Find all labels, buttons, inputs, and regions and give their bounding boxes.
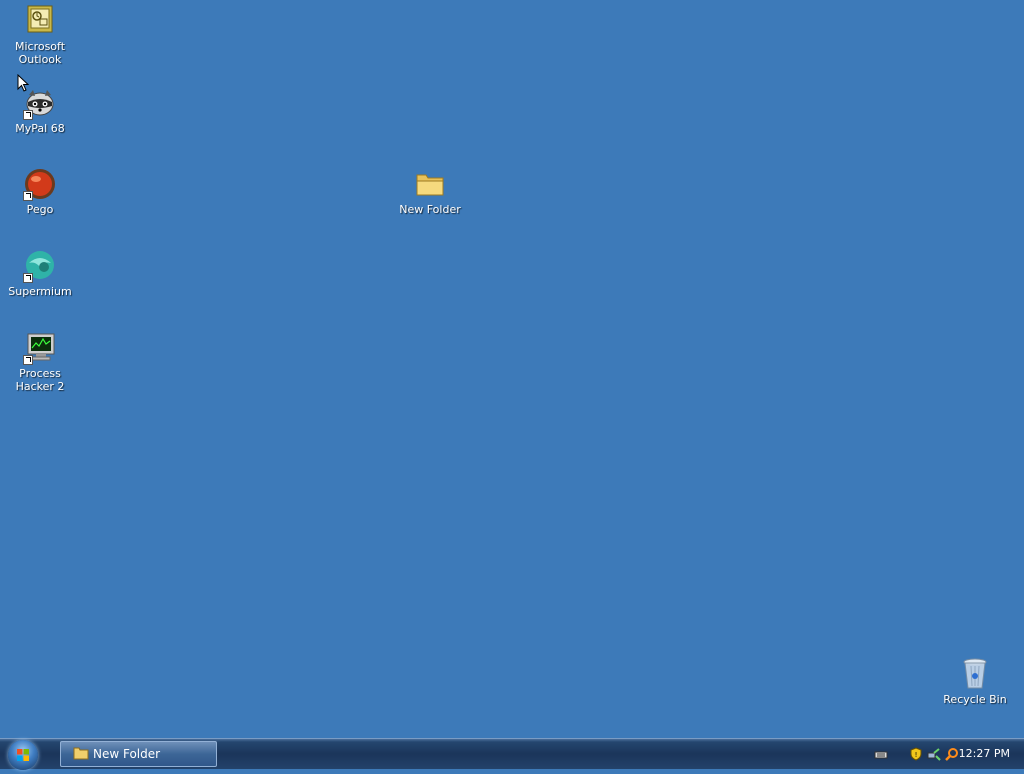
recycle-bin-icon bbox=[958, 657, 992, 691]
folder-icon bbox=[73, 747, 89, 760]
supermium-icon bbox=[23, 249, 57, 283]
desktop-icon-supermium[interactable]: Supermium bbox=[0, 249, 80, 298]
taskbar-button-new-folder[interactable]: New Folder bbox=[60, 741, 217, 767]
taskbar: New Folder ! 12:27 PM bbox=[0, 738, 1024, 770]
desktop-icon-new-folder[interactable]: New Folder bbox=[390, 167, 470, 216]
desktop-icon-label: Outlook bbox=[18, 53, 62, 66]
svg-text:!: ! bbox=[915, 751, 918, 759]
clock[interactable]: 12:27 PM bbox=[959, 747, 1010, 760]
mouse-cursor-icon bbox=[17, 74, 29, 92]
desktop-icon-label: MyPal 68 bbox=[15, 122, 65, 135]
system-tray: ! 12:27 PM bbox=[864, 739, 1024, 769]
desktop-icon-mypal-68[interactable]: MyPal 68 bbox=[0, 86, 80, 135]
desktop-icon-label: Supermium bbox=[8, 285, 72, 298]
desktop-icon-pego[interactable]: Pego bbox=[0, 167, 80, 216]
start-button[interactable] bbox=[8, 740, 38, 770]
taskbar-button-label: New Folder bbox=[93, 747, 161, 761]
desktop-icon-label: Microsoft bbox=[14, 40, 66, 53]
shortcut-arrow-icon bbox=[23, 273, 33, 283]
shortcut-arrow-icon bbox=[23, 355, 33, 365]
shortcut-arrow-icon bbox=[23, 110, 33, 120]
process-hacker-icon bbox=[23, 331, 57, 365]
windows-logo-icon bbox=[17, 749, 29, 761]
desktop-icon-label: New Folder bbox=[399, 203, 461, 216]
folder-icon bbox=[413, 167, 447, 201]
desktop-icon-label: Hacker 2 bbox=[15, 380, 65, 393]
shield-icon[interactable]: ! bbox=[909, 747, 923, 761]
desktop-icon-microsoft-outlook[interactable]: Microsoft Outlook bbox=[0, 4, 80, 66]
search-icon[interactable] bbox=[945, 747, 959, 761]
desktop-icon-label: Process bbox=[19, 367, 61, 380]
outlook-icon bbox=[23, 4, 57, 38]
network-icon[interactable] bbox=[927, 747, 941, 761]
desktop-icon-label: Recycle Bin bbox=[943, 693, 1007, 706]
desktop-icon-process-hacker-2[interactable]: Process Hacker 2 bbox=[0, 331, 80, 393]
keyboard-icon[interactable] bbox=[874, 747, 888, 761]
desktop-icon-recycle-bin[interactable]: Recycle Bin bbox=[935, 657, 1015, 706]
desktop-icon-label: Pego bbox=[26, 203, 54, 216]
shortcut-arrow-icon bbox=[23, 191, 33, 201]
pego-icon bbox=[23, 167, 57, 201]
